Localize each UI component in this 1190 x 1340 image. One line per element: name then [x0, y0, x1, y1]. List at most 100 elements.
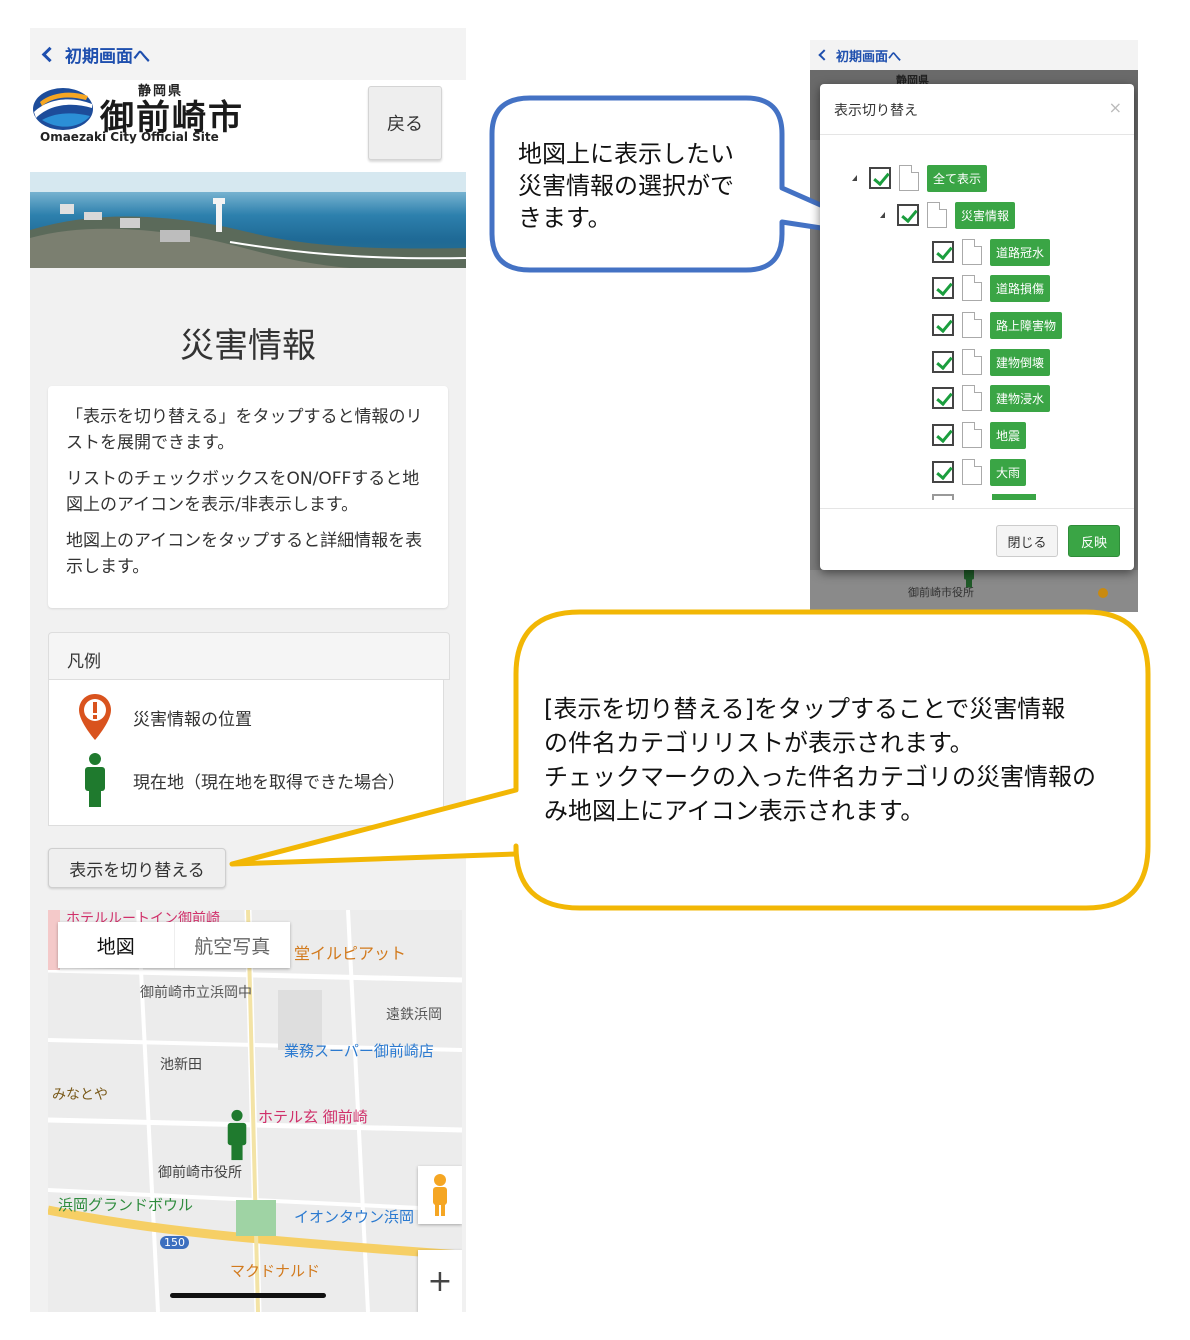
callout-line: チェックマークの入った件名カテゴリの災害情報の [544, 763, 1096, 791]
legend-label: 災害情報の位置 [133, 709, 252, 730]
display-toggle-dialog: 表示切り替え × 全て表示 災害情報 道路冠水 道路損傷 路上障害物 建物倒壊 … [820, 84, 1134, 570]
instruction-text: 地図上のアイコンをタップすると詳細情報を表示します。 [66, 531, 423, 577]
checkbox-checked[interactable] [932, 387, 954, 409]
document-icon [927, 202, 947, 228]
apply-button[interactable]: 反映 [1068, 525, 1120, 557]
category-tag[interactable]: 建物倒壊 [990, 348, 1051, 376]
checkbox-checked[interactable] [932, 351, 954, 373]
route-shield: 150 [160, 1236, 189, 1249]
tree-node-all: 全て表示 [852, 164, 988, 192]
map-roads [48, 910, 462, 1312]
back-link-label: 初期画面へ [836, 49, 902, 65]
divider [820, 134, 1134, 135]
document-icon [962, 349, 982, 375]
back-to-home-link[interactable]: 初期画面へ [816, 46, 901, 65]
callout-line: きます。 [518, 204, 612, 232]
back-link-label: 初期画面へ [65, 46, 150, 67]
callout-line: 地図上に表示したい [518, 140, 734, 168]
map-dimmed: 御前崎市役所 [810, 560, 1138, 612]
category-tag[interactable]: 大雨 [990, 458, 1027, 486]
back-button[interactable]: 戻る [368, 86, 442, 160]
legend-title: 凡例 [67, 652, 101, 672]
checkbox-checked[interactable] [932, 424, 954, 446]
yellow-callout-text: [表示を切り替える]をタップすることで災害情報 の件名カテゴリリストが表示されま… [544, 692, 1096, 828]
coast-banner-image [30, 172, 466, 268]
expand-triangle-icon[interactable] [852, 175, 857, 181]
page-title: 災害情報 [180, 326, 316, 366]
map-type-tabs: 地図 航空写真 [58, 922, 290, 968]
map-view[interactable]: 地図 航空写真 ホテルルートイン御前崎 堂イルピアット 御前崎市立浜岡中 遠鉄浜… [48, 910, 462, 1312]
tree-node-category: 建物浸水 [932, 384, 1051, 412]
expand-triangle-icon[interactable] [880, 212, 885, 218]
right-phone-screen: 初期画面へ 静岡県 表示切り替え × 全て表示 災害情報 道路冠水 道路損傷 路… [810, 40, 1138, 612]
document-icon [962, 275, 982, 301]
callout-line: [表示を切り替える]をタップすることで災害情報 [544, 695, 1066, 723]
legend-item: 災害情報の位置 [77, 692, 252, 742]
home-indicator [170, 1293, 326, 1298]
callout-line: み地図上にアイコン表示されます。 [544, 797, 925, 825]
blue-callout-text: 地図上に表示したい 災害情報の選択がで きます。 [518, 138, 734, 234]
street-view-pegman-icon[interactable] [418, 1166, 462, 1224]
logo-subtitle: Omaezaki City Official Site [40, 130, 219, 144]
tab-map[interactable]: 地図 [58, 922, 174, 968]
chevron-left-icon [818, 49, 830, 61]
tree-node-category: 大雨 [932, 458, 1027, 486]
map-place-label: 業務スーパー御前崎店 [284, 1042, 434, 1060]
site-header: 静岡県 御前崎市 Omaezaki City Official Site 戻る [30, 80, 466, 172]
checkbox-checked[interactable] [932, 277, 954, 299]
instruction-text: リストのチェックボックスをON/OFFすると地図上のアイコンを表示/非表示します… [66, 469, 420, 515]
instructions-card: 「表示を切り替える」をタップすると情報のリストを展開できます。 リストのチェック… [48, 386, 448, 608]
tree-node-category: 地震 [932, 421, 1027, 449]
callout-line: 災害情報の選択がで [518, 172, 734, 200]
document-icon [962, 312, 982, 338]
current-location-icon[interactable] [224, 1108, 250, 1162]
checkbox-checked[interactable] [932, 461, 954, 483]
category-tag[interactable]: 全て表示 [927, 164, 988, 192]
zoom-in-button[interactable]: + [418, 1250, 462, 1312]
checkbox-checked[interactable] [932, 314, 954, 336]
map-place-label: 浜岡グランドボウル [58, 1196, 194, 1214]
warning-pin-icon [79, 694, 111, 740]
back-to-home-link[interactable]: 初期画面へ [40, 42, 150, 67]
legend-panel: 災害情報の位置 現在地（現在地を取得できた場合） [48, 680, 444, 826]
map-place-label: 池新田 [160, 1057, 202, 1073]
document-icon [962, 385, 982, 411]
top-nav-bar: 初期画面へ [30, 28, 466, 80]
checkbox-checked[interactable] [897, 204, 919, 226]
tree-node-category: 道路冠水 [932, 238, 1051, 266]
document-icon [962, 239, 982, 265]
document-icon [899, 165, 919, 191]
callout-line: の件名カテゴリリストが表示されます。 [544, 729, 974, 757]
category-tag[interactable]: 道路損傷 [990, 274, 1051, 302]
close-button[interactable]: 閉じる [996, 525, 1058, 557]
toggle-display-button[interactable]: 表示を切り替える [48, 848, 226, 888]
category-tag[interactable]: 路上障害物 [990, 311, 1063, 339]
tree-node-category: 道路損傷 [932, 274, 1051, 302]
category-tag[interactable]: 建物浸水 [990, 384, 1051, 412]
map-place-label: みなとや [52, 1087, 108, 1103]
legend-item: 現在地（現在地を取得できた場合） [81, 752, 405, 808]
tree-node-disaster: 災害情報 [880, 201, 1016, 229]
category-tag[interactable]: 地震 [990, 421, 1027, 449]
tab-aerial-photo[interactable]: 航空写真 [173, 922, 291, 968]
left-phone-screen: 初期画面へ 静岡県 御前崎市 Omaezaki City Official Si… [30, 28, 466, 1312]
document-icon [962, 422, 982, 448]
category-tag[interactable]: 道路冠水 [990, 238, 1051, 266]
map-place-label: 御前崎市立浜岡中 [140, 985, 252, 1001]
tree-clipped-row [932, 494, 1092, 500]
category-tag[interactable]: 災害情報 [955, 201, 1016, 229]
instruction-text: 「表示を切り替える」をタップすると情報のリストを展開できます。 [66, 407, 423, 453]
close-icon[interactable]: × [1109, 98, 1122, 117]
map-place-label: ホテル玄 御前崎 [258, 1108, 368, 1126]
map-place-label: マクドナルド [230, 1262, 321, 1280]
city-logo-icon [33, 88, 93, 130]
top-nav-bar: 初期画面へ [810, 40, 1138, 70]
checkbox-checked[interactable] [932, 241, 954, 263]
checkbox-checked[interactable] [869, 167, 891, 189]
map-place-label: イオンタウン浜岡 [294, 1208, 415, 1226]
tree-node-category: 建物倒壊 [932, 348, 1051, 376]
map-pin-icon [1098, 588, 1108, 598]
map-place-label: 御前崎市役所 [908, 586, 974, 599]
map-place-label: 御前崎市役所 [158, 1165, 242, 1181]
divider [820, 508, 1134, 509]
